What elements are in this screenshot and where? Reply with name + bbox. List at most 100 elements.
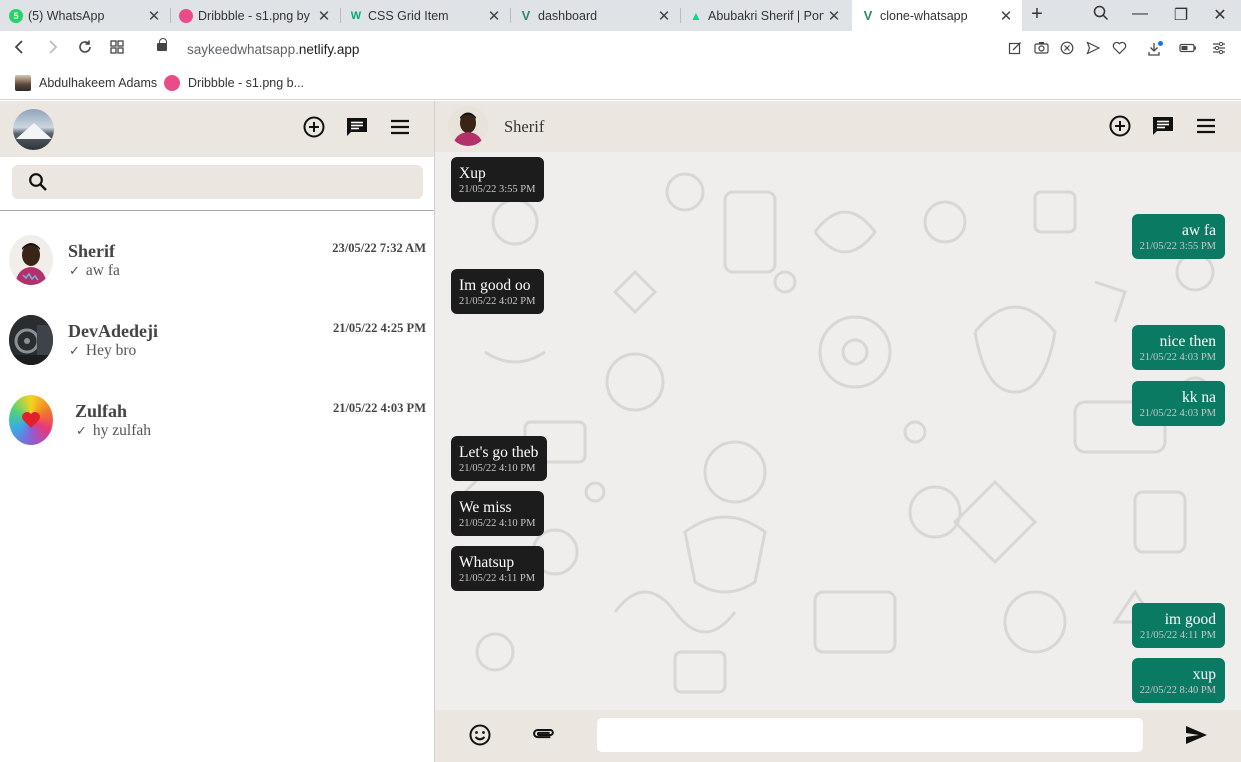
search-input[interactable]: [56, 165, 416, 199]
send-icon[interactable]: [1184, 723, 1208, 747]
message-text: nice then: [1159, 333, 1216, 350]
lock-icon[interactable]: [157, 38, 167, 51]
message-time: 21/05/22 4:11 PM: [1139, 630, 1216, 641]
incoming-message: Im good oo 21/05/22 4:02 PM: [451, 269, 545, 314]
speed-dial-button[interactable]: [107, 39, 127, 60]
dribbble-icon: [179, 8, 193, 23]
new-status-icon[interactable]: [302, 115, 326, 139]
close-tab-icon[interactable]: ✕: [144, 7, 164, 25]
address-bar: saykeedwhatsapp.netlify.app: [0, 31, 1241, 69]
messages-area[interactable]: Xup 21/05/22 3:55 PM aw fa 21/05/22 3:55…: [435, 152, 1241, 710]
camera-icon[interactable]: [1032, 41, 1050, 58]
message-time: 21/05/22 4:11 PM: [459, 573, 536, 584]
chat-icon[interactable]: [1151, 114, 1175, 138]
grid-icon: [110, 40, 124, 54]
last-message-text: Hey bro: [85, 342, 137, 359]
outgoing-message: xup 22/05/22 8:40 PM: [1131, 658, 1225, 703]
bookmark-label: Dribbble - s1.png b...: [188, 76, 305, 90]
close-tab-icon[interactable]: ✕: [996, 7, 1016, 25]
new-tab-button[interactable]: +: [1027, 3, 1047, 26]
message-text: im good: [1164, 611, 1216, 628]
new-status-icon[interactable]: [1108, 114, 1132, 138]
new-chat-icon[interactable]: [345, 115, 369, 139]
message-time: 21/05/22 4:10 PM: [459, 518, 536, 529]
chat-last-message: ✓ hy zulfah: [76, 422, 151, 440]
browser-tab[interactable]: V dashboard ✕: [510, 0, 680, 31]
browser-tab[interactable]: ▲ Abubakri Sherif | Portf ✕: [680, 0, 850, 31]
chat-time: 21/05/22 4:03 PM: [332, 401, 426, 415]
message-time: 21/05/22 3:55 PM: [459, 184, 536, 195]
message-time: 21/05/22 3:55 PM: [1139, 241, 1216, 252]
contact-avatar[interactable]: [448, 106, 488, 146]
search-icon[interactable]: [28, 172, 48, 192]
browser-tab-bar: 5 (5) WhatsApp ✕ Dribbble - s1.png by S …: [0, 0, 1241, 31]
last-message-text: hy zulfah: [92, 422, 152, 439]
person-avatar-image: [453, 112, 483, 146]
restore-button[interactable]: ❐: [1169, 5, 1193, 25]
bookmarks-bar: Abdulhakeem Adams Dribbble - s1.png b...: [0, 69, 1241, 100]
bookmark-item[interactable]: Dribbble - s1.png b...: [164, 75, 304, 91]
browser-tab[interactable]: 5 (5) WhatsApp ✕: [0, 0, 170, 31]
chat-time: 23/05/22 7:32 AM: [332, 241, 426, 255]
message-input[interactable]: [597, 718, 1143, 752]
last-message-text: aw fa: [85, 262, 120, 279]
browser-tab-active[interactable]: V clone-whatsapp ✕: [852, 0, 1022, 31]
reload-button[interactable]: [75, 39, 95, 60]
person-avatar: [9, 235, 53, 285]
message-time: 21/05/22 4:10 PM: [459, 463, 536, 474]
heart-icon[interactable]: [1110, 41, 1128, 58]
back-arrow-icon: [14, 40, 23, 54]
single-check-icon: ✓: [69, 343, 80, 358]
incoming-message: Whatsup 21/05/22 4:11 PM: [451, 546, 545, 591]
netlify-v-icon: V: [863, 8, 873, 23]
incoming-message: Xup 21/05/22 3:55 PM: [451, 157, 545, 202]
chat-last-message: ✓ Hey bro: [69, 342, 136, 360]
heart-icon: [22, 412, 40, 428]
chat-time: 21/05/22 4:25 PM: [332, 321, 426, 335]
sidebar-header: [0, 101, 434, 157]
close-tab-icon[interactable]: ✕: [314, 7, 334, 25]
menu-icon[interactable]: [1194, 114, 1218, 138]
easy-setup-icon[interactable]: [1210, 41, 1228, 58]
message-text: Whatsup: [459, 554, 515, 571]
message-time: 22/05/22 8:40 PM: [1139, 685, 1216, 696]
tab-label: (5) WhatsApp: [28, 8, 105, 23]
tab-search-icon[interactable]: [1089, 5, 1113, 26]
chat-list-item[interactable]: Sherif ✓ aw fa 23/05/22 7:32 AM: [0, 221, 434, 301]
tab-label: Abubakri Sherif | Portf: [708, 8, 824, 23]
browser-tab[interactable]: W CSS Grid Item ✕: [340, 0, 510, 31]
search-box: [12, 165, 423, 199]
back-button[interactable]: [10, 39, 30, 60]
url-field[interactable]: saykeedwhatsapp.netlify.app: [187, 42, 359, 57]
outgoing-message: aw fa 21/05/22 3:55 PM: [1131, 214, 1225, 259]
tab-label: Dribbble - s1.png by S: [198, 8, 314, 23]
menu-icon[interactable]: [388, 115, 412, 139]
single-check-icon: ✓: [69, 263, 80, 278]
bookmark-item[interactable]: Abdulhakeem Adams: [15, 75, 157, 91]
forward-button[interactable]: [42, 39, 62, 60]
emoji-icon[interactable]: [468, 723, 492, 747]
battery-icon[interactable]: [1179, 41, 1197, 58]
sidebar: Sherif ✓ aw fa 23/05/22 7:32 AM DevAdede…: [0, 101, 435, 762]
chat-list-item[interactable]: Zulfah ✓ hy zulfah 21/05/22 4:03 PM: [0, 381, 434, 461]
close-tab-icon[interactable]: ✕: [654, 7, 674, 25]
send-icon[interactable]: [1084, 41, 1102, 58]
paperclip-icon[interactable]: [532, 723, 556, 747]
chat-list-item[interactable]: DevAdedeji ✓ Hey bro 21/05/22 4:25 PM: [0, 301, 434, 381]
message-time: 21/05/22 4:03 PM: [1139, 408, 1216, 419]
message-time: 21/05/22 4:02 PM: [459, 296, 536, 307]
minimize-button[interactable]: —: [1128, 5, 1152, 23]
tab-label: dashboard: [538, 8, 598, 23]
outgoing-message: nice then 21/05/22 4:03 PM: [1131, 325, 1225, 370]
download-icon[interactable]: [1146, 41, 1164, 60]
close-window-button[interactable]: ✕: [1208, 5, 1232, 25]
adblock-icon[interactable]: [1058, 41, 1076, 58]
browser-tab[interactable]: Dribbble - s1.png by S ✕: [170, 0, 340, 31]
search-section: [0, 157, 434, 211]
close-tab-icon[interactable]: ✕: [824, 7, 844, 25]
edit-page-icon[interactable]: [1006, 41, 1024, 58]
netlify-v-icon: V: [521, 8, 531, 23]
message-time: 21/05/22 4:03 PM: [1139, 352, 1216, 363]
my-avatar[interactable]: [13, 109, 54, 150]
close-tab-icon[interactable]: ✕: [484, 7, 504, 25]
